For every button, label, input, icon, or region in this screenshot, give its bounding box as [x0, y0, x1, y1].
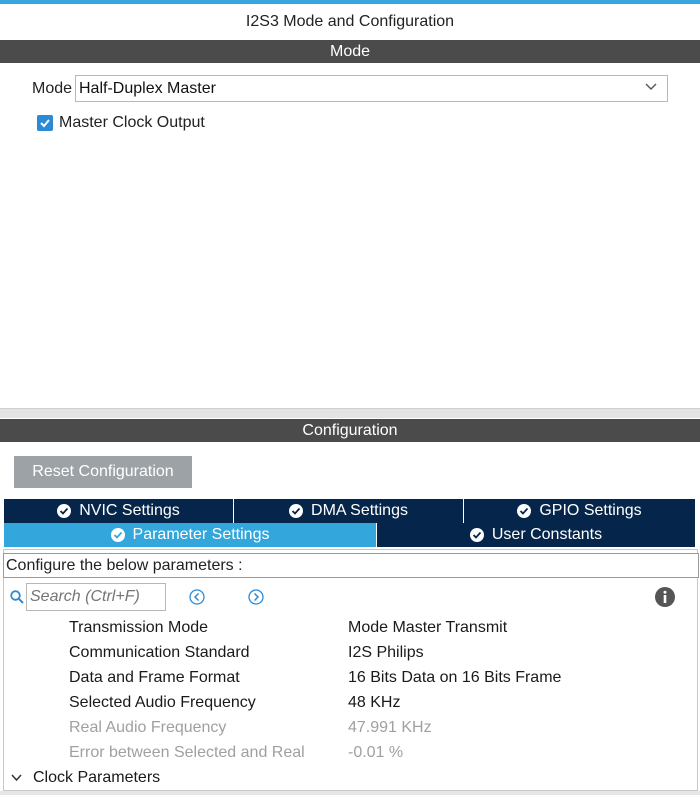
param-name: Data and Frame Format	[69, 669, 240, 686]
check-circle-icon	[469, 528, 484, 542]
param-name: Communication Standard	[69, 644, 250, 661]
param-name: Transmission Mode	[69, 619, 209, 636]
mode-select[interactable]: Half-Duplex Master	[75, 75, 668, 102]
mode-label: Mode	[32, 80, 73, 97]
tab-nvic-settings[interactable]: NVIC Settings	[4, 499, 233, 523]
tab-label: DMA Settings	[311, 502, 408, 519]
tab-user-constants[interactable]: User Constants	[377, 523, 695, 547]
param-name: Error between Selected and Real	[69, 744, 305, 761]
search-icon	[10, 590, 24, 604]
next-match-icon[interactable]	[248, 589, 264, 605]
mode-select-value: Half-Duplex Master	[79, 80, 216, 97]
check-circle-icon	[57, 504, 72, 518]
param-name: Real Audio Frequency	[69, 719, 227, 736]
tab-label: NVIC Settings	[79, 502, 180, 519]
window-title: I2S3 Mode and Configuration	[245, 13, 455, 30]
param-value: 47.991 KHz	[348, 719, 432, 736]
chevron-down-icon	[645, 83, 657, 90]
reset-configuration-button[interactable]: Reset Configuration	[14, 456, 192, 488]
param-name: Selected Audio Frequency	[69, 694, 256, 711]
tab-parameter-settings[interactable]: Parameter Settings	[4, 523, 376, 547]
tab-label: Parameter Settings	[132, 526, 270, 543]
chevron-down-icon[interactable]	[10, 771, 23, 784]
bottom-border	[0, 791, 700, 795]
param-value[interactable]: Mode Master Transmit	[348, 615, 507, 640]
configure-hint: Configure the below parameters :	[3, 553, 699, 578]
mode-section-header: Mode	[0, 40, 700, 63]
check-circle-icon	[517, 504, 532, 518]
tab-label: User Constants	[491, 526, 603, 543]
search-input[interactable]	[26, 583, 166, 611]
tab-label: GPIO Settings	[539, 502, 642, 519]
splitter[interactable]	[0, 408, 700, 418]
previous-match-icon[interactable]	[189, 589, 205, 605]
configuration-section-header: Configuration	[0, 419, 700, 442]
clock-parameters-group[interactable]: Clock Parameters	[33, 765, 160, 790]
master-clock-output-label: Master Clock Output	[59, 114, 205, 131]
check-icon	[40, 119, 50, 128]
master-clock-output-row[interactable]: Master Clock Output	[37, 113, 205, 133]
param-value[interactable]: I2S Philips	[348, 640, 424, 665]
param-value: -0.01 %	[348, 744, 404, 761]
check-circle-icon	[110, 528, 125, 542]
param-value[interactable]: 48 KHz	[348, 690, 400, 715]
check-circle-icon	[289, 504, 304, 518]
tab-dma-settings[interactable]: DMA Settings	[234, 499, 463, 523]
tab-gpio-settings[interactable]: GPIO Settings	[464, 499, 695, 523]
master-clock-output-checkbox[interactable]	[37, 115, 53, 131]
info-icon[interactable]	[655, 587, 675, 607]
param-value[interactable]: 16 Bits Data on 16 Bits Frame	[348, 665, 561, 690]
